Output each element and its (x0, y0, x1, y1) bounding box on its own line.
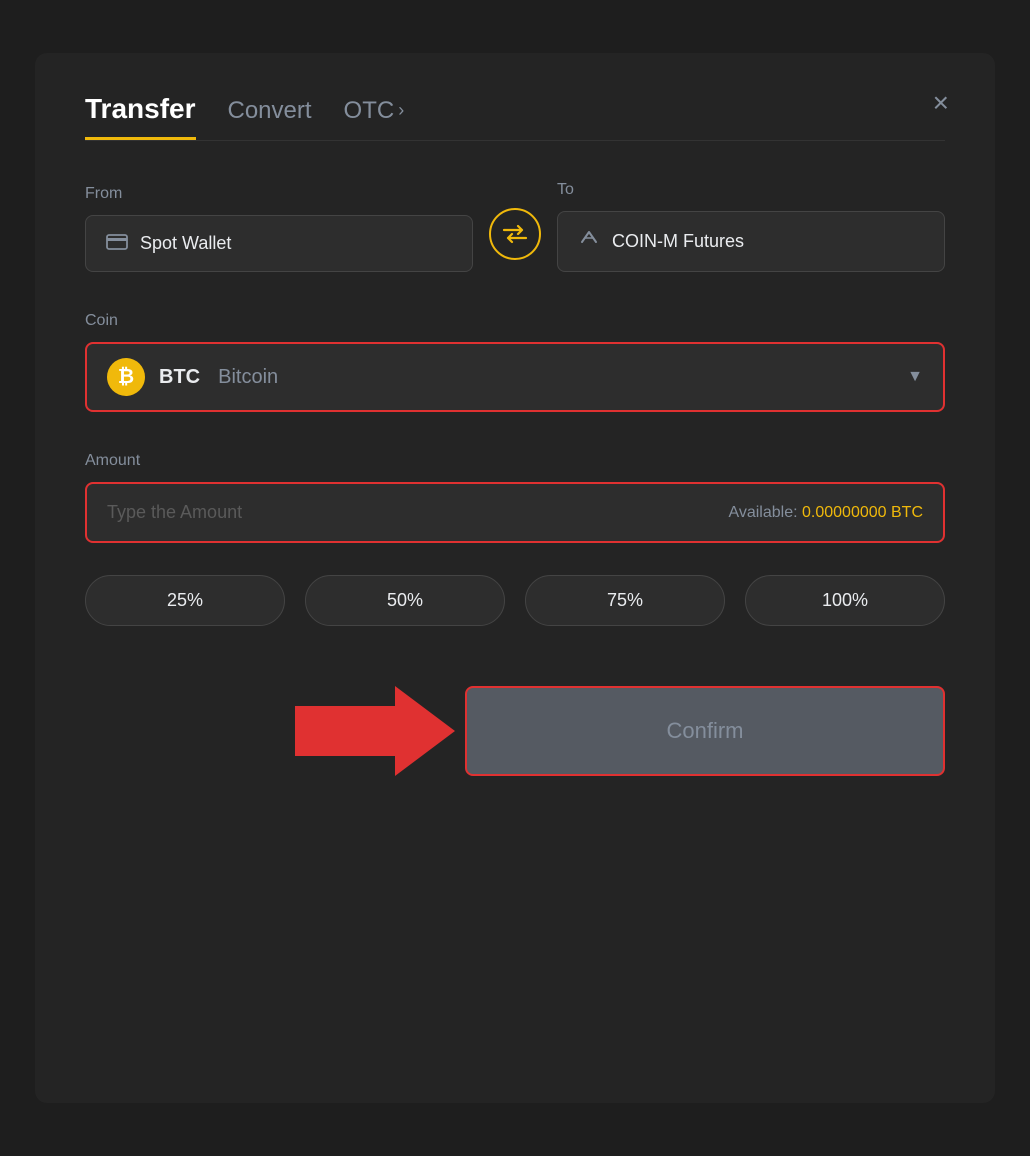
from-wallet-label: Spot Wallet (140, 233, 231, 254)
coin-label: Coin (85, 312, 945, 330)
to-wallet-selector[interactable]: COIN-M Futures (557, 211, 945, 272)
pct-25-button[interactable]: 25% (85, 575, 285, 626)
red-arrow-icon (295, 686, 455, 776)
amount-label: Amount (85, 452, 945, 470)
chevron-right-icon: › (398, 100, 404, 121)
pct-100-button[interactable]: 100% (745, 575, 945, 626)
from-section: From Spot Wallet (85, 185, 473, 272)
available-label: Available: 0.00000000 BTC (728, 504, 923, 522)
swap-button[interactable] (489, 208, 541, 260)
to-wallet-label: COIN-M Futures (612, 231, 744, 252)
from-label: From (85, 185, 473, 203)
chevron-down-icon: ▼ (907, 368, 923, 386)
coin-symbol: BTC (159, 366, 200, 389)
card-icon (106, 232, 128, 255)
btc-icon: ₿ (107, 358, 145, 396)
coin-section: Coin ₿ BTC Bitcoin ▼ (85, 312, 945, 412)
amount-placeholder: Type the Amount (107, 502, 728, 523)
arrow-indicator (295, 686, 455, 776)
percentage-buttons: 25% 50% 75% 100% (85, 575, 945, 626)
close-button[interactable]: × (933, 89, 949, 117)
futures-icon (578, 228, 600, 255)
pct-75-button[interactable]: 75% (525, 575, 725, 626)
to-section: To COIN-M Futures (557, 181, 945, 272)
modal-header: Transfer Convert OTC › (85, 93, 945, 140)
coin-dropdown[interactable]: ₿ BTC Bitcoin ▼ (85, 342, 945, 412)
to-label: To (557, 181, 945, 199)
transfer-modal: Transfer Convert OTC › × From Spot Walle… (35, 53, 995, 1103)
amount-input-box[interactable]: Type the Amount Available: 0.00000000 BT… (85, 482, 945, 543)
amount-section: Amount Type the Amount Available: 0.0000… (85, 452, 945, 543)
coin-name: Bitcoin (218, 366, 278, 389)
from-wallet-selector[interactable]: Spot Wallet (85, 215, 473, 272)
pct-50-button[interactable]: 50% (305, 575, 505, 626)
header-divider (85, 140, 945, 141)
tab-otc[interactable]: OTC › (344, 97, 405, 137)
available-value: 0.00000000 BTC (802, 504, 923, 521)
confirm-button[interactable]: Confirm (465, 686, 945, 776)
swap-btn-container (489, 208, 541, 272)
tab-transfer[interactable]: Transfer (85, 93, 196, 140)
from-to-section: From Spot Wallet To (85, 181, 945, 272)
tab-convert[interactable]: Convert (228, 97, 312, 137)
